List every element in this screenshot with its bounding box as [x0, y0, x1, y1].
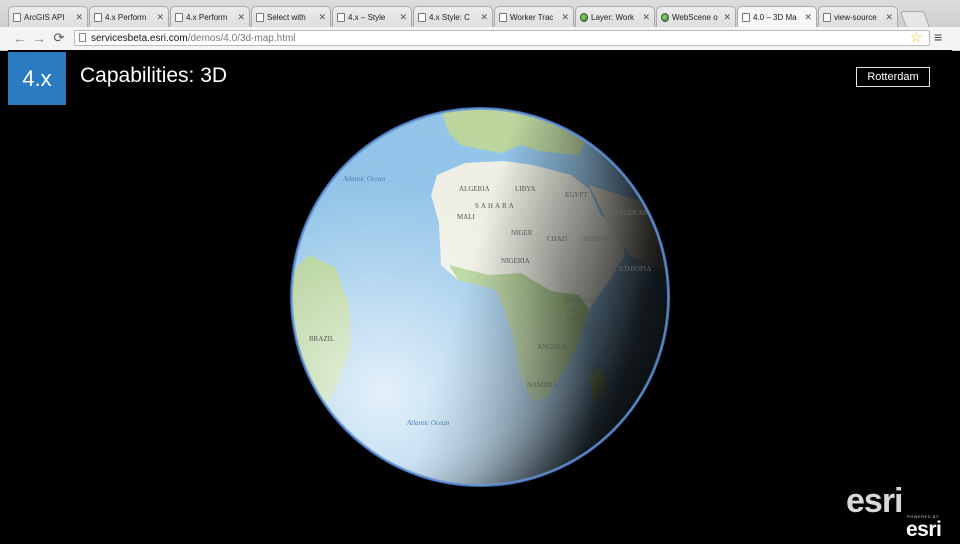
page-icon: [79, 33, 86, 42]
close-tab-icon[interactable]: ✕: [318, 12, 326, 23]
page-icon: [742, 12, 750, 22]
tab-label: ArcGIS API: [24, 12, 65, 22]
label-algeria: ALGERIA: [459, 185, 490, 193]
label-saudi-arabia: SAUDI ARABIA: [615, 209, 665, 217]
tab-label: 4.0 – 3D Ma: [753, 12, 797, 22]
label-namibia: NAMIBIA: [527, 381, 558, 389]
close-tab-icon[interactable]: ✕: [642, 12, 650, 23]
close-tab-icon[interactable]: ✕: [237, 12, 245, 23]
page-icon: [94, 12, 102, 22]
label-drc-1: DEM. REP.: [565, 297, 598, 305]
menu-icon[interactable]: ≡: [934, 29, 942, 45]
browser-tab[interactable]: ArcGIS API ✕: [8, 6, 88, 27]
tab-strip: ArcGIS API ✕ 4.x Perform ✕ 4.x Perform ✕ Selec…: [8, 6, 931, 28]
close-tab-icon[interactable]: ✕: [75, 12, 83, 23]
bookmark-star-icon[interactable]: ☆: [910, 29, 923, 46]
close-tab-icon[interactable]: ✕: [723, 12, 731, 23]
address-bar[interactable]: servicesbeta.esri.com/demos/4.0/3d-map.h…: [74, 30, 930, 46]
globe-icon: [580, 12, 588, 22]
browser-tab[interactable]: Select with ✕: [251, 6, 331, 27]
label-egypt: EGYPT: [565, 191, 588, 199]
browser-tab[interactable]: Layer: Work ✕: [575, 6, 655, 27]
close-tab-icon[interactable]: ✕: [885, 12, 893, 23]
tab-label: Worker Trac: [510, 12, 554, 22]
label-niger: NIGER: [511, 229, 533, 237]
label-atlantic-north: Atlantic Ocean: [342, 175, 386, 183]
rotterdam-button[interactable]: Rotterdam: [856, 67, 930, 87]
url-path: /demos/4.0/3d-map.html: [187, 33, 296, 44]
forward-icon[interactable]: →: [31, 30, 47, 46]
label-atlantic-south: Atlantic Ocean: [406, 419, 450, 427]
close-tab-icon[interactable]: ✕: [156, 12, 164, 23]
label-mali: MALI: [457, 213, 476, 221]
browser-tab[interactable]: WebScene o ✕: [656, 6, 736, 27]
new-tab-button[interactable]: [899, 11, 931, 28]
page-title: Capabilities: 3D: [80, 64, 228, 87]
tab-label: 4.x Perform: [186, 12, 228, 22]
page-icon: [175, 12, 183, 22]
page-icon: [337, 12, 345, 22]
browser-tab[interactable]: 4.0 – 3D Ma ✕: [737, 6, 817, 27]
browser-tab[interactable]: Worker Trac ✕: [494, 6, 574, 27]
label-chad: CHAD: [547, 235, 567, 243]
tab-label: 4.x Perform: [105, 12, 147, 22]
globe-view[interactable]: Atlantic Ocean ALGERIA LIBYA EGYPT SAHAR…: [289, 105, 671, 489]
label-sudan: SUDAN: [583, 235, 607, 243]
close-tab-icon[interactable]: ✕: [399, 12, 407, 23]
tab-label: 4.x Style: C: [429, 12, 470, 22]
tab-label: Select with: [267, 12, 306, 22]
tab-label: view-source: [834, 12, 877, 22]
browser-tab-bar: ArcGIS API ✕ 4.x Perform ✕ 4.x Perform ✕ Selec…: [0, 0, 960, 28]
label-sahara: SAHARA: [475, 202, 516, 210]
esri-logo-small: esri: [906, 518, 942, 541]
page-icon: [823, 12, 831, 22]
label-drc-3: CONGO: [567, 315, 592, 323]
label-ethiopia: ETHIOPIA: [619, 265, 651, 273]
tab-label: 4.x – Style: [348, 12, 386, 22]
browser-tab[interactable]: 4.x Style: C ✕: [413, 6, 493, 27]
label-angola: ANGOLA: [537, 343, 567, 351]
browser-tab[interactable]: 4.x Perform ✕: [170, 6, 250, 27]
browser-tab[interactable]: 4.x – Style ✕: [332, 6, 412, 27]
label-brazil: BRAZIL: [309, 335, 334, 343]
close-tab-icon[interactable]: ✕: [480, 12, 488, 23]
label-nigeria: NIGERIA: [501, 257, 530, 265]
page-icon: [499, 12, 507, 22]
page-icon: [13, 12, 21, 22]
globe-svg[interactable]: Atlantic Ocean ALGERIA LIBYA EGYPT SAHAR…: [289, 105, 671, 489]
url-host: servicesbeta.esri.com: [91, 33, 188, 44]
label-drc-2: OF THE: [569, 306, 593, 314]
esri-logo: esri: [846, 482, 903, 520]
reload-icon[interactable]: ⟳: [51, 30, 67, 46]
browser-toolbar: ← → ⟳ servicesbeta.esri.com/demos/4.0/3d…: [0, 27, 960, 51]
page-icon: [418, 12, 426, 22]
globe-icon: [661, 12, 669, 22]
version-badge: 4.x: [8, 52, 66, 105]
label-libya: LIBYA: [515, 185, 536, 193]
close-tab-icon[interactable]: ✕: [561, 12, 569, 23]
browser-tab[interactable]: view-source ✕: [818, 6, 898, 27]
page-icon: [256, 12, 264, 22]
tab-label: WebScene o: [672, 12, 718, 22]
back-icon[interactable]: ←: [12, 30, 28, 46]
page-content: 4.x Capabilities: 3D Rotterdam Atlantic …: [8, 50, 952, 544]
browser-tab[interactable]: 4.x Perform ✕: [89, 6, 169, 27]
tab-label: Layer: Work: [591, 12, 634, 22]
close-tab-icon[interactable]: ✕: [804, 12, 812, 23]
